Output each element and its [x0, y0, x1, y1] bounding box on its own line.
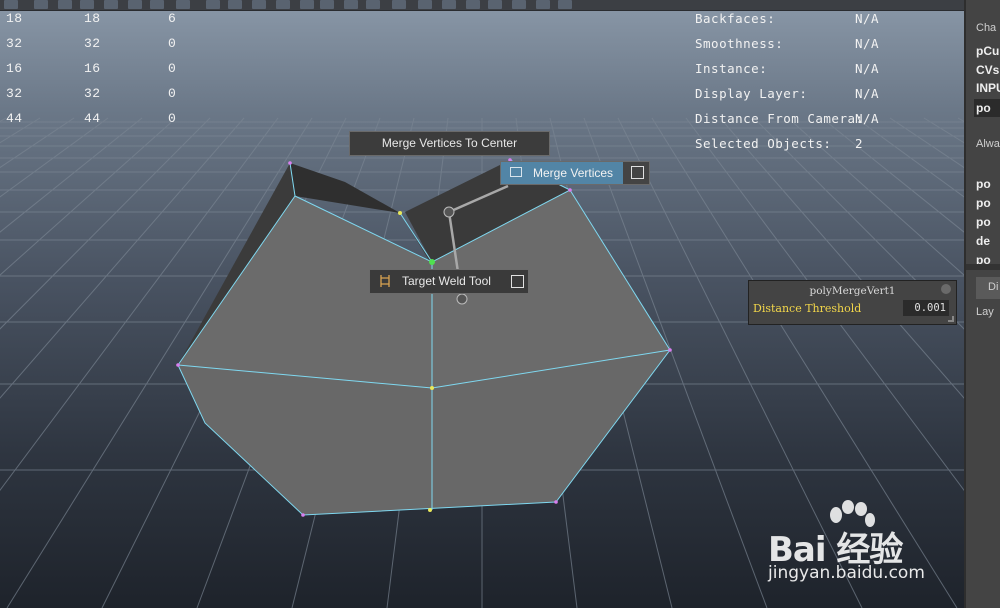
grid-line-vertical [0, 117, 41, 144]
panel-separator[interactable] [966, 264, 1000, 270]
hud-value: N/A [855, 61, 880, 76]
distance-threshold-label: Distance Threshold [753, 302, 862, 315]
hud-label: Selected Objects: [695, 136, 832, 151]
channel-box-item[interactable]: po [976, 215, 991, 229]
merge-vertices-option-box[interactable] [631, 166, 644, 179]
merge-vertices-to-center-item[interactable]: Merge Vertices To Center [349, 131, 550, 156]
edge-midpoint [398, 211, 402, 215]
channel-box-panel[interactable]: ChapCuCVsINPUpoAlwapopopodepoDiLay [964, 0, 1000, 608]
hud-count-value: 32 [84, 36, 101, 51]
maya-viewport[interactable]: 18 18 6 32 32 0 16 16 0 32 32 0 44 44 0 Backfaces: N/A S… [0, 0, 964, 608]
grid-line-vertical [0, 117, 211, 330]
hud-label: Distance From Camera: [695, 111, 864, 126]
channel-box-item[interactable]: CVs [976, 63, 999, 77]
target-weld-icon [380, 275, 390, 287]
grid-line-vertical [0, 117, 75, 169]
hud-count-value: 18 [6, 11, 23, 26]
channel-box-item[interactable]: po [976, 196, 991, 210]
hud-count-value: 18 [84, 11, 101, 26]
grid-line-vertical [0, 117, 109, 198]
resize-handle-icon[interactable] [948, 316, 954, 322]
distance-threshold-field[interactable]: 0.001 [903, 300, 949, 316]
hud-count-value: 44 [84, 111, 101, 126]
hud-value: 2 [855, 136, 864, 151]
close-icon[interactable] [941, 284, 951, 294]
channel-box-item[interactable]: po [976, 101, 991, 115]
hud-value: N/A [855, 11, 880, 26]
merge-vertices-icon [510, 167, 522, 177]
hud-label: Backfaces: [695, 11, 776, 26]
hud-count-value: 6 [168, 11, 177, 26]
channel-box-item[interactable]: Alwa [976, 138, 1000, 150]
hud-count-value: 0 [168, 36, 177, 51]
target-weld-option-box[interactable] [511, 275, 524, 288]
grid-line-vertical [0, 117, 7, 123]
channel-box-item[interactable]: Cha [976, 22, 996, 34]
hud-label: Instance: [695, 61, 768, 76]
hud-count-value: 0 [168, 61, 177, 76]
edge-midpoint [430, 386, 434, 390]
watermark-url: jingyan.baidu.com [768, 563, 925, 583]
baidu-watermark: Bai 经验 jingyan.baidu.com [768, 500, 948, 590]
hud-value: N/A [855, 36, 880, 51]
channel-box-item[interactable]: pCu [976, 44, 999, 58]
hud-value: N/A [855, 111, 880, 126]
channel-box-item[interactable]: de [976, 234, 990, 248]
channel-box-item[interactable]: Lay [976, 306, 994, 318]
edge-midpoint [428, 508, 432, 512]
target-weld-label: Target Weld Tool [402, 274, 491, 288]
hud-value: N/A [855, 86, 880, 101]
hud-label: Display Layer: [695, 86, 808, 101]
hud-count-value: 0 [168, 86, 177, 101]
merge-vertices-label: Merge Vertices [533, 166, 614, 180]
hud-count-value: 0 [168, 111, 177, 126]
target-weld-tool-item[interactable]: Target Weld Tool [369, 269, 529, 294]
hud-count-value: 16 [6, 61, 23, 76]
channel-box-item[interactable]: INPU [976, 81, 1000, 95]
merge-vertices-item[interactable]: Merge Vertices [500, 161, 650, 185]
channel-box-item[interactable]: po [976, 177, 991, 191]
hud-count-value: 32 [84, 86, 101, 101]
hud-count-value: 32 [6, 36, 23, 51]
hud-label: Smoothness: [695, 36, 784, 51]
panel-title: polyMergeVert1 [809, 285, 896, 297]
hud-count-value: 16 [84, 61, 101, 76]
grid-line-vertical [0, 117, 143, 233]
hud-count-value: 32 [6, 86, 23, 101]
poly-merge-vert-panel[interactable]: polyMergeVert1 Distance Threshold 0.001 [748, 280, 957, 325]
hud-count-value: 44 [6, 111, 23, 126]
selected-vertex [429, 259, 435, 265]
grid-line-vertical [0, 117, 177, 276]
channel-box-item[interactable]: Di [988, 281, 998, 293]
